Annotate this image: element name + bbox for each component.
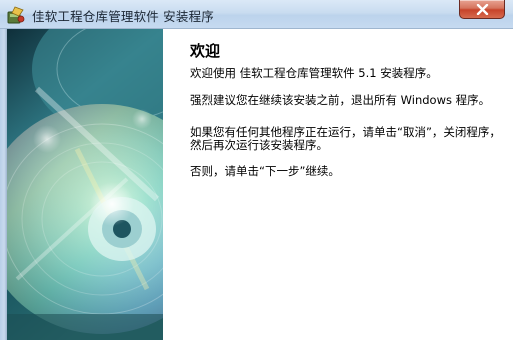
welcome-message: 欢迎使用 佳软工程仓库管理软件 5.1 安装程序。 xyxy=(190,66,438,80)
close-icon xyxy=(476,4,489,15)
title-bar[interactable]: 佳软工程仓库管理软件 安装程序 xyxy=(0,0,513,29)
installer-window: 佳软工程仓库管理软件 安装程序 欢迎 欢迎使用 佳软工程仓库管理软件 5.1 安… xyxy=(0,0,513,340)
cd-artwork-graphic xyxy=(7,29,163,340)
close-button[interactable] xyxy=(459,0,505,19)
welcome-heading: 欢迎 xyxy=(190,42,221,60)
welcome-panel: 欢迎 欢迎使用 佳软工程仓库管理软件 5.1 安装程序。 强烈建议您在继续该安装… xyxy=(163,29,513,340)
installer-app-icon xyxy=(7,6,25,24)
window-title: 佳软工程仓库管理软件 安装程序 xyxy=(32,9,214,24)
next-instructions: 否则，请单击“下一步”继续。 xyxy=(190,164,340,178)
cancel-instructions: 如果您有任何其他程序正在运行，请单击“取消”，关闭程序，然后再次运行该安装程序。 xyxy=(190,125,501,152)
cd-disc-artwork xyxy=(7,29,163,340)
window-frame-left xyxy=(0,29,7,340)
close-programs-advice: 强烈建议您在继续该安装之前，退出所有 Windows 程序。 xyxy=(190,93,491,107)
